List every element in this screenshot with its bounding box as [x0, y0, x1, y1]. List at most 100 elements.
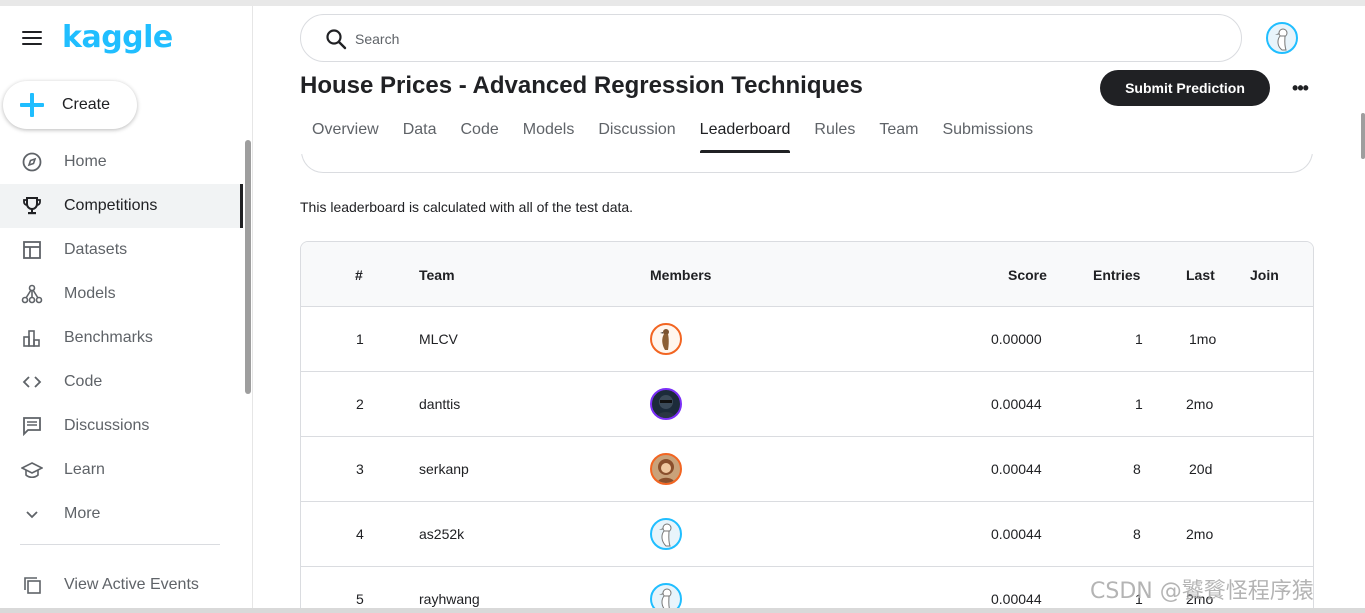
sidebar-item-label: More: [64, 505, 101, 522]
table-header: # Team Members Score Entries Last Join: [301, 242, 1313, 307]
table-row[interactable]: 3 serkanp 0.00044 8 20d: [301, 437, 1313, 502]
sidebar-item-home[interactable]: Home: [0, 140, 243, 184]
sidebar-item-more[interactable]: More: [0, 492, 243, 536]
create-label: Create: [62, 96, 111, 113]
duck-avatar-icon: [660, 329, 669, 350]
sidebar-item-discussions[interactable]: Discussions: [0, 404, 243, 448]
view-active-events-link[interactable]: View Active Events: [0, 563, 243, 607]
competition-tabs: Overview Data Code Models Discussion Lea…: [300, 113, 1045, 153]
events-icon: [21, 574, 43, 596]
rank-cell: 1: [356, 331, 364, 347]
table-row[interactable]: 1 MLCV 0.00000 1 1mo: [301, 307, 1313, 372]
column-entries[interactable]: Entries: [1093, 267, 1140, 283]
graduation-cap-icon: [21, 459, 43, 481]
tab-code[interactable]: Code: [448, 113, 510, 153]
table-icon: [21, 239, 43, 261]
entries-cell: 8: [1133, 526, 1141, 542]
sidebar: kaggle Create Home Competitions Datasets…: [0, 6, 253, 613]
sidebar-item-label: Models: [64, 285, 116, 302]
entries-cell: 1: [1135, 331, 1143, 347]
bar-chart-icon: [21, 327, 43, 349]
column-score[interactable]: Score: [1008, 267, 1047, 283]
sidebar-item-datasets[interactable]: Datasets: [0, 228, 243, 272]
sidebar-item-label: Discussions: [64, 417, 150, 434]
tab-data[interactable]: Data: [391, 113, 449, 153]
column-members: Members: [650, 267, 712, 283]
table-row[interactable]: 4 as252k 0.00044 8 2mo: [301, 502, 1313, 567]
sidebar-item-label: Learn: [64, 461, 105, 478]
team-cell[interactable]: as252k: [419, 526, 464, 542]
page-title: House Prices - Advanced Regression Techn…: [300, 72, 863, 99]
table-row[interactable]: 2 danttis 0.00044 1 2mo: [301, 372, 1313, 437]
rank-cell: 2: [356, 396, 364, 412]
sidebar-item-benchmarks[interactable]: Benchmarks: [0, 316, 243, 360]
search-input[interactable]: [355, 27, 955, 51]
bottom-scrollbar-track: [0, 608, 1365, 613]
member-avatar[interactable]: [650, 388, 682, 420]
team-cell[interactable]: rayhwang: [419, 591, 480, 607]
sidebar-item-label: Home: [64, 153, 107, 170]
user-avatar[interactable]: [1266, 22, 1298, 54]
kaggle-logo[interactable]: kaggle: [62, 20, 173, 55]
last-cell: 1mo: [1189, 331, 1217, 347]
plus-icon: [20, 93, 44, 117]
column-rank[interactable]: #: [355, 267, 363, 283]
tab-rules[interactable]: Rules: [802, 113, 867, 153]
sidebar-item-label: Competitions: [64, 197, 158, 214]
more-options-icon[interactable]: •••: [1290, 78, 1310, 98]
search-icon: [325, 28, 347, 50]
person-avatar-icon: [656, 395, 676, 418]
member-avatar[interactable]: [650, 453, 682, 485]
member-avatar[interactable]: [650, 518, 682, 550]
sidebar-item-competitions[interactable]: Competitions: [0, 184, 243, 228]
entries-cell: 1: [1135, 396, 1143, 412]
duck-avatar-icon: [659, 523, 672, 547]
sidebar-item-label: Benchmarks: [64, 329, 153, 346]
chevron-down-icon: [21, 503, 43, 525]
menu-icon[interactable]: [22, 31, 42, 45]
sidebar-item-code[interactable]: Code: [0, 360, 243, 404]
last-cell: 2mo: [1186, 526, 1214, 542]
create-button[interactable]: Create: [3, 81, 137, 129]
leaderboard-table: # Team Members Score Entries Last Join 1…: [300, 241, 1314, 613]
leaderboard-note: This leaderboard is calculated with all …: [300, 199, 634, 215]
discussion-icon: [21, 415, 43, 437]
team-cell[interactable]: danttis: [419, 396, 460, 412]
score-cell: 0.00044: [991, 461, 1042, 477]
column-join[interactable]: Join: [1250, 267, 1279, 283]
rank-cell: 5: [356, 591, 364, 607]
sidebar-divider: [20, 544, 220, 545]
member-avatar[interactable]: [650, 323, 682, 355]
tab-leaderboard[interactable]: Leaderboard: [688, 113, 803, 153]
person-avatar-icon: [657, 459, 675, 483]
sidebar-scrollbar[interactable]: [245, 140, 251, 394]
tab-team[interactable]: Team: [867, 113, 930, 153]
last-cell: 2mo: [1186, 396, 1214, 412]
tab-discussion[interactable]: Discussion: [586, 113, 687, 153]
score-cell: 0.00000: [991, 331, 1042, 347]
tab-models[interactable]: Models: [511, 113, 587, 153]
active-indicator: [240, 184, 243, 228]
submit-prediction-button[interactable]: Submit Prediction: [1100, 70, 1270, 106]
page-scrollbar[interactable]: [1361, 113, 1365, 159]
tab-submissions[interactable]: Submissions: [930, 113, 1045, 153]
last-cell: 20d: [1189, 461, 1213, 477]
sidebar-item-learn[interactable]: Learn: [0, 448, 243, 492]
sidebar-item-label: Datasets: [64, 241, 128, 258]
score-cell: 0.00044: [991, 591, 1042, 607]
trophy-icon: [21, 195, 43, 217]
score-cell: 0.00044: [991, 396, 1042, 412]
entries-cell: 8: [1133, 461, 1141, 477]
tab-overview[interactable]: Overview: [300, 113, 391, 153]
team-cell[interactable]: serkanp: [419, 461, 469, 477]
sidebar-item-models[interactable]: Models: [0, 272, 243, 316]
score-cell: 0.00044: [991, 526, 1042, 542]
column-team[interactable]: Team: [419, 267, 455, 283]
team-cell[interactable]: MLCV: [419, 331, 458, 347]
events-label: View Active Events: [64, 576, 199, 593]
compass-icon: [21, 151, 43, 173]
search-bar[interactable]: [300, 14, 1242, 62]
duck-avatar-icon: [1275, 28, 1288, 51]
column-last[interactable]: Last: [1186, 267, 1215, 283]
rank-cell: 3: [356, 461, 364, 477]
